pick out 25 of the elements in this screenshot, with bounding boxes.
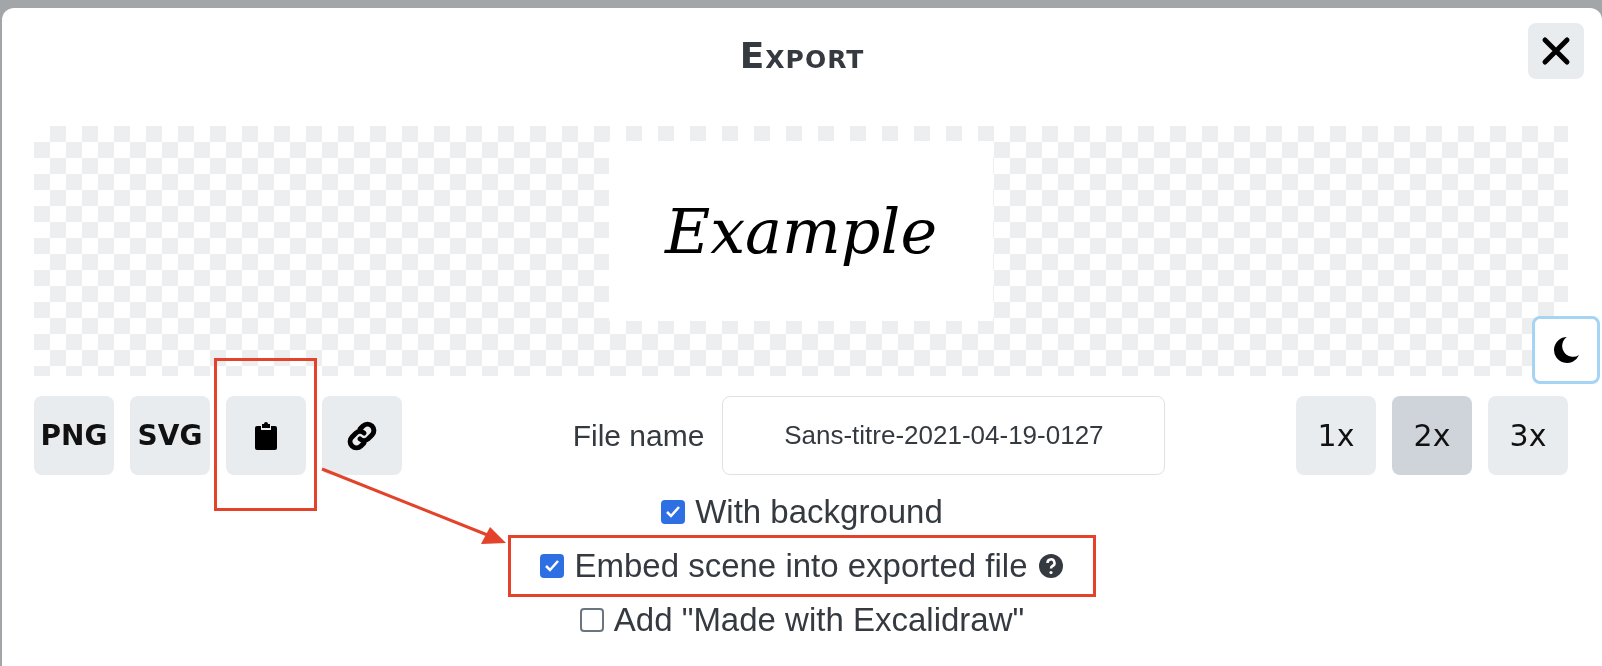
file-name-label: File name <box>572 418 705 453</box>
scale-button[interactable]: 1x <box>1296 396 1376 475</box>
checkbox[interactable] <box>540 554 565 578</box>
moon-icon <box>1551 335 1581 365</box>
option-label: With background <box>695 493 943 531</box>
scale-button[interactable]: 3x <box>1488 396 1568 475</box>
close-icon <box>1541 36 1571 66</box>
checkmark-icon <box>544 558 561 574</box>
format-button[interactable]: PNG <box>34 396 114 475</box>
scale-button[interactable]: 2x <box>1392 396 1472 475</box>
clipboard-button[interactable] <box>226 396 306 475</box>
checkbox[interactable] <box>661 500 686 524</box>
clipboard-icon <box>254 420 278 451</box>
format-button[interactable]: SVG <box>130 396 210 475</box>
file-name-field[interactable]: Sans-titre-2021-04-19-0127 <box>722 396 1166 475</box>
option-label: Embed scene into exported file <box>574 547 1028 585</box>
link-button[interactable] <box>322 396 402 475</box>
checkbox[interactable] <box>579 608 604 632</box>
checkmark-icon <box>665 504 682 520</box>
preview-text: Example <box>664 194 938 268</box>
theme-toggle-button[interactable] <box>1532 316 1600 384</box>
help-icon[interactable] <box>1037 553 1064 579</box>
close-button[interactable] <box>1528 23 1584 79</box>
option-label: Add "Made with Excalidraw" <box>613 601 1025 639</box>
dialog-title: Export <box>739 34 865 76</box>
